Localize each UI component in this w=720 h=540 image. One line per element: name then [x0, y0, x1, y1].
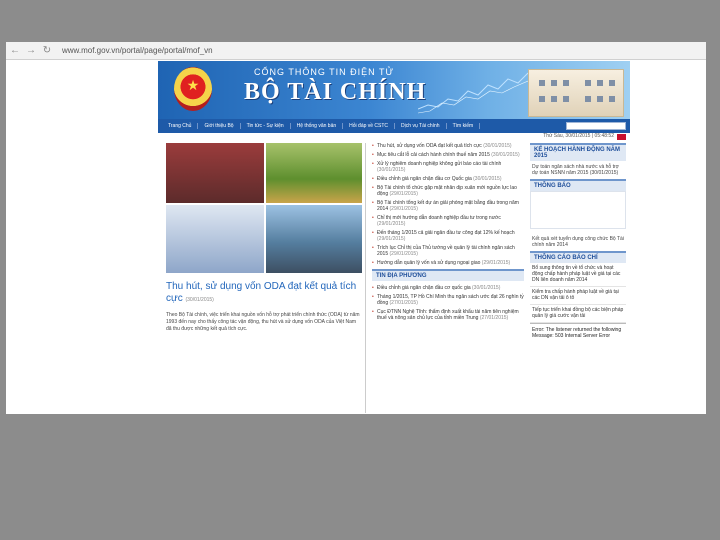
news-title[interactable]: Thu hút, sử dụng vốn ODA đạt kết quả tíc…: [377, 143, 482, 149]
news-date: (30/01/2015): [473, 176, 502, 182]
local-news-date: (27/01/2015): [479, 315, 509, 321]
list-item[interactable]: Điều chỉnh giá ngăn chặn đầu cơ Quốc gia…: [372, 176, 524, 182]
news-date: (30/01/2015): [491, 152, 520, 158]
lead-story-summary: Theo Bộ Tài chính, việc triển khai nguồn…: [166, 312, 360, 332]
notice-text[interactable]: Kết quả xét tuyển dụng công chức Bộ Tài …: [530, 233, 626, 251]
list-item[interactable]: Xử lý nghiêm doanh nghiệp không gửi báo …: [372, 161, 524, 173]
news-title[interactable]: Điều chỉnh giá ngăn chặn đầu cơ Quốc gia: [377, 176, 472, 182]
date-bar: Thứ Sáu, 30/01/2015 | 05:48:52: [158, 133, 630, 141]
news-date: (29/01/2015): [389, 206, 418, 212]
local-news-date: (27/01/2015): [389, 300, 418, 306]
menu-item-qa[interactable]: Hỏi đáp về CSTC: [343, 123, 396, 129]
ceremony-photo[interactable]: [166, 143, 264, 203]
harvester-photo[interactable]: [266, 143, 362, 203]
news-list: Thu hút, sử dụng vốn ODA đạt kết quả tíc…: [372, 143, 524, 266]
mof-portal: ★ CỔNG THÔNG TIN ĐIỆN TỬ BỘ TÀI CHÍNH Tr…: [158, 61, 630, 414]
site-banner: ★ CỔNG THÔNG TIN ĐIỆN TỬ BỘ TÀI CHÍNH: [158, 61, 630, 119]
press-release-item[interactable]: Bổ sung thông tin về tổ chức và hoạt độn…: [530, 263, 626, 287]
list-item[interactable]: Thu hút, sử dụng vốn ODA đạt kết quả tíc…: [372, 143, 524, 149]
stock-chart-graphic: [418, 72, 528, 114]
lead-story-title[interactable]: Thu hút, sử dụng vốn ODA đạt kết quả tíc…: [166, 281, 365, 306]
news-date: (29/01/2015): [389, 191, 418, 197]
banner-title: BỘ TÀI CHÍNH: [244, 79, 427, 105]
address-bar[interactable]: www.mof.gov.vn/portal/page/portal/mof_vn: [62, 46, 213, 55]
ministry-building-photo: [528, 69, 624, 117]
local-news-heading[interactable]: TIN ĐỊA PHƯƠNG: [372, 269, 524, 281]
local-news-title[interactable]: Điều chỉnh giá ngăn chặn đầu cơ quốc gia: [377, 285, 471, 291]
list-item[interactable]: Chỉ thị mới hướng dẫn doanh nghiệp đầu t…: [372, 215, 524, 227]
menu-item-services[interactable]: Dịch vụ Tài chính: [395, 123, 447, 129]
news-date: (29/01/2015): [377, 221, 406, 227]
main-menu: Trang Chủ Giới thiệu Bộ Tin tức - Sự kiệ…: [158, 119, 630, 133]
notice-panel: [530, 191, 626, 229]
search-input[interactable]: [566, 122, 626, 130]
menu-item-home[interactable]: Trang Chủ: [162, 123, 199, 129]
national-emblem-icon: ★: [174, 67, 212, 111]
list-item[interactable]: Bộ Tài chính tổng kết dự án giải phóng m…: [372, 200, 524, 212]
press-release-item[interactable]: Kiểm tra chấp hành pháp luật về giá tại …: [530, 287, 626, 305]
action-plan-text[interactable]: Dự toán ngân sách nhà nước và hỗ trợ dự …: [530, 161, 626, 179]
server-error-message: Error: The listener returned the followi…: [530, 323, 626, 342]
current-date: Thứ Sáu, 30/01/2015 | 05:48:52: [543, 133, 614, 139]
office-building-photo[interactable]: [166, 205, 264, 273]
lead-story-date: (30/01/2015): [185, 297, 214, 303]
reload-icon[interactable]: ↻: [42, 42, 52, 60]
menu-item-documents[interactable]: Hệ thống văn bản: [291, 123, 344, 129]
local-news-date: (30/01/2015): [472, 285, 501, 291]
press-release-heading[interactable]: THÔNG CÁO BÁO CHÍ: [530, 251, 626, 263]
list-item[interactable]: Trích lục Chỉ thị của Thủ tướng về quản …: [372, 245, 524, 257]
news-column: Thu hút, sử dụng vốn ODA đạt kết quả tíc…: [372, 143, 524, 413]
forward-arrow-icon[interactable]: →: [26, 42, 36, 60]
news-date: (29/01/2015): [377, 236, 406, 242]
lead-story: Thu hút, sử dụng vốn ODA đạt kết quả tíc…: [166, 143, 366, 413]
news-title[interactable]: Mục tiêu cắt lỗ cải cách hành chính thuế…: [377, 152, 490, 158]
news-title[interactable]: Hướng dẫn quản lý vốn và sử dụng ngoại g…: [377, 260, 480, 266]
news-date: (29/01/2015): [481, 260, 511, 266]
action-plan-heading[interactable]: KẾ HOẠCH HÀNH ĐỘNG NĂM 2015: [530, 143, 626, 161]
photo-gallery: [166, 143, 365, 275]
language-flag-icon[interactable]: [617, 134, 626, 140]
list-item[interactable]: Mục tiêu cắt lỗ cải cách hành chính thuế…: [372, 152, 524, 158]
menu-item-news[interactable]: Tin tức - Sự kiện: [241, 123, 291, 129]
list-item[interactable]: Điều chỉnh giá ngăn chặn đầu cơ quốc gia…: [372, 285, 524, 291]
browser-window: ← → ↻ www.mof.gov.vn/portal/page/portal/…: [6, 42, 706, 414]
menu-item-about[interactable]: Giới thiệu Bộ: [198, 123, 241, 129]
browser-toolbar: ← → ↻ www.mof.gov.vn/portal/page/portal/…: [6, 42, 706, 60]
news-date: (29/01/2015): [389, 251, 418, 257]
press-release-item[interactable]: Tiếp tục triển khai đồng bộ các biện phá…: [530, 305, 626, 323]
list-item[interactable]: Cục ĐTNN Nghệ Tĩnh: thẩm định xuất khẩu …: [372, 309, 524, 321]
right-sidebar: KẾ HOẠCH HÀNH ĐỘNG NĂM 2015 Dự toán ngân…: [530, 143, 626, 413]
list-item[interactable]: Hướng dẫn quản lý vốn và sử dụng ngoại g…: [372, 260, 524, 266]
search-label: Tìm kiếm: [447, 123, 481, 129]
news-date: (30/01/2015): [483, 143, 512, 149]
banner-subtitle: CỔNG THÔNG TIN ĐIỆN TỬ: [254, 67, 395, 77]
back-arrow-icon[interactable]: ←: [10, 42, 20, 60]
notice-heading[interactable]: THÔNG BÁO: [530, 179, 626, 191]
news-date: (30/01/2015): [377, 167, 406, 173]
list-item[interactable]: Tháng 1/2015, TP Hồ Chí Minh thu ngân sá…: [372, 294, 524, 306]
local-news-list: Điều chỉnh giá ngăn chặn đầu cơ quốc gia…: [372, 285, 524, 321]
city-bridge-photo[interactable]: [266, 205, 362, 273]
list-item[interactable]: Đến tháng 1/2015 cả giải ngân đầu tư côn…: [372, 230, 524, 242]
list-item[interactable]: Bộ Tài chính tổ chức gặp mặt nhân dịp xu…: [372, 185, 524, 197]
